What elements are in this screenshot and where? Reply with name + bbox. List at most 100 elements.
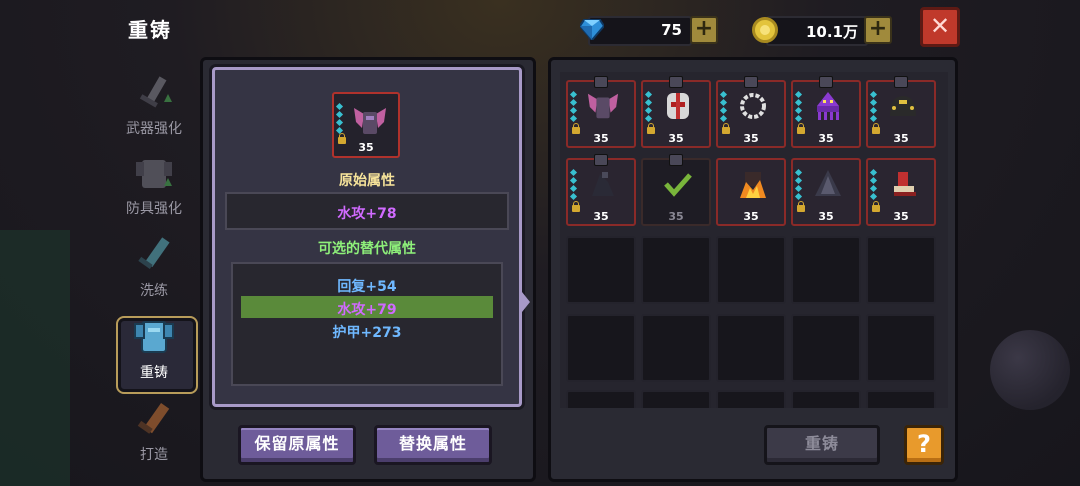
inventory-slot[interactable]: 35	[791, 158, 861, 226]
empty-slot[interactable]	[866, 390, 936, 408]
sidebar-item-weapon-upgrade[interactable]: 武器强化	[112, 72, 196, 142]
sidebar-item-label: 打造	[140, 447, 168, 463]
gem-sockets	[644, 90, 653, 124]
empty-slot[interactable]	[791, 314, 861, 382]
empty-slot[interactable]	[716, 390, 786, 408]
gem-count: 75	[661, 21, 682, 39]
armor-icon	[136, 160, 172, 188]
pin-icon	[594, 154, 608, 166]
chain-ring-icon	[740, 93, 766, 119]
gem-sockets	[335, 102, 344, 136]
empty-slot[interactable]	[791, 390, 861, 408]
bat-wing-armor-icon	[354, 108, 386, 134]
empty-slot[interactable]	[866, 236, 936, 304]
sidebar-item-label: 武器强化	[126, 121, 182, 137]
close-icon: ✕	[929, 12, 951, 40]
background-orb	[990, 330, 1070, 410]
alt-option-recover[interactable]: 回复+54	[233, 276, 501, 296]
gem-sockets	[569, 90, 578, 124]
alternatives-box: 回复+54 水攻+79 护甲+273	[231, 262, 503, 386]
item-level: 35	[743, 210, 759, 223]
dark-cloak-icon	[815, 170, 841, 196]
empty-slot[interactable]	[641, 236, 711, 304]
item-level: 35	[358, 141, 374, 154]
panel-pointer	[522, 292, 530, 312]
inventory-slot-selected[interactable]: 35	[641, 154, 711, 226]
fire-armor-icon	[740, 172, 766, 198]
inventory-slot[interactable]: 35	[791, 76, 861, 148]
bat-wing-armor-icon	[587, 93, 619, 119]
item-level: 35	[743, 132, 759, 145]
inventory-slot[interactable]: 35	[866, 158, 936, 226]
sword-icon	[139, 76, 172, 108]
sidebar-item-label: 洗练	[140, 283, 168, 299]
coin-icon	[752, 17, 778, 43]
add-gold-button[interactable]: +	[864, 16, 892, 44]
gold-counter: 10.1万 +	[752, 16, 894, 46]
background-tile	[0, 230, 70, 486]
item-level: 35	[893, 132, 909, 145]
diamond-icon	[580, 19, 604, 40]
purple-squid-icon	[817, 92, 839, 120]
original-attr-value: 水攻+78	[337, 206, 397, 222]
selected-item-slot[interactable]: 35	[332, 92, 400, 158]
item-level: 35	[893, 210, 909, 223]
page-title: 重铸	[128, 18, 172, 42]
keep-original-button[interactable]: 保留原属性	[238, 425, 356, 465]
item-level: 35	[593, 210, 609, 223]
gold-count: 10.1万	[805, 23, 858, 41]
inventory-grid: 35 35 35 35 35 35 35 35 35 35	[560, 72, 948, 408]
item-level: 35	[668, 132, 684, 145]
red-boot-icon	[894, 172, 916, 196]
original-attr-box: 水攻+78	[225, 192, 509, 230]
black-crown-icon	[890, 96, 916, 116]
pin-icon	[819, 76, 833, 88]
replace-attr-button[interactable]: 替换属性	[374, 425, 492, 465]
recast-button[interactable]: 重铸	[764, 425, 880, 465]
empty-slot[interactable]	[641, 314, 711, 382]
sidebar-item-recast[interactable]: 重铸	[112, 316, 196, 386]
gem-sockets	[869, 90, 878, 124]
original-attr-title: 原始属性	[339, 173, 395, 189]
inventory-slot[interactable]: 35	[566, 76, 636, 148]
sidebar-item-label: 重铸	[140, 365, 168, 381]
empty-slot[interactable]	[566, 314, 636, 382]
pin-icon	[894, 76, 908, 88]
sidebar-item-forge[interactable]: 打造	[112, 398, 196, 468]
pin-icon	[669, 154, 683, 166]
close-button[interactable]: ✕	[920, 7, 960, 47]
blade-icon	[138, 237, 170, 269]
question-icon: ?	[917, 430, 931, 458]
alt-option-armor[interactable]: 护甲+273	[233, 322, 501, 342]
alt-option-water-attack[interactable]: 水攻+79	[233, 299, 501, 319]
checkmark-icon	[664, 173, 692, 197]
item-level: 35	[818, 132, 834, 145]
empty-slot[interactable]	[566, 390, 636, 408]
gem-counter: 75 +	[578, 16, 720, 46]
add-gems-button[interactable]: +	[690, 16, 718, 44]
armor-blue-icon	[134, 321, 174, 353]
inventory-slot[interactable]: 35	[716, 158, 786, 226]
inventory-slot[interactable]: 35	[641, 76, 711, 148]
inventory-slot[interactable]: 35	[566, 154, 636, 226]
sidebar-item-refine[interactable]: 洗练	[112, 234, 196, 304]
pin-icon	[594, 76, 608, 88]
empty-slot[interactable]	[716, 236, 786, 304]
item-level: 35	[593, 132, 609, 145]
item-level: 35	[668, 210, 684, 223]
empty-slot[interactable]	[866, 314, 936, 382]
inventory-slot[interactable]: 35	[716, 76, 786, 148]
empty-slot[interactable]	[791, 236, 861, 304]
sidebar-item-armor-upgrade[interactable]: 防具强化	[112, 152, 196, 222]
help-button[interactable]: ?	[904, 425, 944, 465]
empty-slot[interactable]	[716, 314, 786, 382]
gem-sockets	[794, 90, 803, 124]
empty-slot[interactable]	[566, 236, 636, 304]
empty-slot[interactable]	[641, 390, 711, 408]
pin-icon	[744, 76, 758, 88]
pin-icon	[669, 76, 683, 88]
gem-sockets	[794, 168, 803, 202]
inventory-slot[interactable]: 35	[866, 76, 936, 148]
gem-sockets	[719, 90, 728, 124]
dark-bird-icon	[592, 172, 614, 196]
